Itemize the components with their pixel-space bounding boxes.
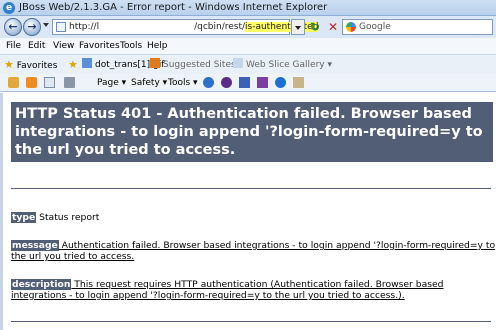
window-title: JBoss Web/2.1.3.GA - Error report - Wind… bbox=[19, 2, 328, 13]
divider bbox=[11, 188, 491, 189]
error-heading: HTTP Status 401 - Authentication failed.… bbox=[15, 106, 483, 158]
onenote-icon bbox=[257, 77, 268, 88]
back-button[interactable]: ← bbox=[4, 18, 22, 36]
favorite-suggested-sites[interactable]: Suggested Sites ▾ bbox=[150, 58, 243, 72]
description-paragraph: description This request requires HTTP a… bbox=[11, 279, 496, 301]
add-to-favorites-icon[interactable]: ★ bbox=[68, 58, 78, 72]
print-icon bbox=[64, 77, 75, 88]
page-icon bbox=[56, 22, 66, 32]
help-icon bbox=[203, 77, 214, 88]
addon-icon bbox=[293, 77, 304, 88]
window-title-bar: e JBoss Web/2.1.3.GA - Error report - Wi… bbox=[0, 0, 496, 16]
favorites-button[interactable]: ★ Favorites bbox=[4, 58, 57, 72]
help-button[interactable] bbox=[203, 77, 214, 89]
addon-icon-1[interactable] bbox=[221, 77, 232, 89]
refresh-button[interactable]: ↻ bbox=[307, 19, 323, 35]
stop-button[interactable]: ✕ bbox=[325, 19, 341, 35]
suggested-sites-icon bbox=[150, 58, 160, 68]
type-paragraph: type Status report bbox=[11, 212, 496, 223]
menu-favorites[interactable]: Favorites bbox=[79, 40, 120, 52]
address-url[interactable]: http://l/qcbin/rest/is-authenticated bbox=[69, 21, 319, 34]
menu-help[interactable]: Help bbox=[147, 40, 168, 52]
message-label: message bbox=[11, 240, 59, 251]
type-value: Status report bbox=[36, 212, 100, 223]
menu-bar: File Edit View Favorites Tools Help bbox=[0, 38, 496, 54]
feeds-button[interactable] bbox=[26, 77, 37, 89]
addon-icon-3[interactable] bbox=[257, 77, 268, 89]
url-path: /qcbin/rest/ bbox=[194, 22, 246, 32]
onenote-icon bbox=[221, 77, 232, 88]
home-button[interactable] bbox=[8, 77, 19, 89]
home-icon bbox=[8, 77, 19, 88]
description-label: description bbox=[11, 279, 72, 290]
command-bar: Page ▾ Safety ▾ Tools ▾ bbox=[0, 74, 496, 92]
favorite-web-slice-gallery[interactable]: Web Slice Gallery ▾ bbox=[233, 58, 332, 72]
page-content: HTTP Status 401 - Authentication failed.… bbox=[0, 93, 496, 330]
description-value: This request requires HTTP authenticatio… bbox=[11, 279, 444, 301]
menu-file[interactable]: File bbox=[6, 40, 21, 52]
addon-icon-2[interactable] bbox=[239, 77, 250, 89]
page-icon bbox=[82, 58, 92, 68]
favorites-bar: ★ Favorites ★ dot_trans[1].gif Suggested… bbox=[0, 54, 496, 74]
menu-view[interactable]: View bbox=[53, 40, 74, 52]
mail-button[interactable] bbox=[44, 77, 55, 89]
back-arrow-icon: ← bbox=[8, 20, 18, 33]
addon-icon bbox=[239, 77, 250, 88]
print-button[interactable] bbox=[64, 77, 75, 89]
rss-icon bbox=[26, 77, 37, 88]
address-dropdown-button[interactable] bbox=[291, 19, 305, 35]
addon-icon bbox=[275, 77, 286, 88]
safety-menu[interactable]: Safety ▾ bbox=[131, 77, 167, 89]
addon-icon-5[interactable] bbox=[293, 77, 304, 89]
favorites-label: Favorites bbox=[16, 61, 58, 71]
recent-pages-dropdown[interactable] bbox=[43, 23, 49, 27]
google-icon bbox=[346, 22, 356, 32]
tools-menu[interactable]: Tools ▾ bbox=[168, 77, 198, 89]
error-heading-box: HTTP Status 401 - Authentication failed.… bbox=[11, 102, 493, 162]
search-placeholder: Google bbox=[359, 22, 391, 32]
search-box[interactable]: Google bbox=[342, 19, 493, 35]
address-toolbar: ← → http://l/qcbin/rest/is-authenticated… bbox=[0, 16, 496, 38]
forward-button[interactable]: → bbox=[23, 18, 41, 36]
menu-tools[interactable]: Tools bbox=[120, 40, 142, 52]
message-value: Authentication failed. Browser based int… bbox=[11, 240, 496, 262]
divider-bottom bbox=[11, 321, 491, 322]
menu-edit[interactable]: Edit bbox=[28, 40, 45, 52]
internet-explorer-icon: e bbox=[3, 2, 15, 14]
type-label: type bbox=[11, 212, 37, 223]
page-menu[interactable]: Page ▾ bbox=[97, 77, 126, 89]
web-slice-icon bbox=[233, 58, 243, 68]
mail-icon bbox=[44, 77, 55, 88]
message-paragraph: message Authentication failed. Browser b… bbox=[11, 240, 496, 262]
addon-icon-4[interactable] bbox=[275, 77, 286, 89]
forward-arrow-icon: → bbox=[27, 20, 37, 33]
address-bar[interactable]: http://l/qcbin/rest/is-authenticated bbox=[52, 19, 319, 35]
favorites-star-icon: ★ bbox=[4, 58, 14, 71]
url-prefix: http://l bbox=[69, 22, 100, 32]
